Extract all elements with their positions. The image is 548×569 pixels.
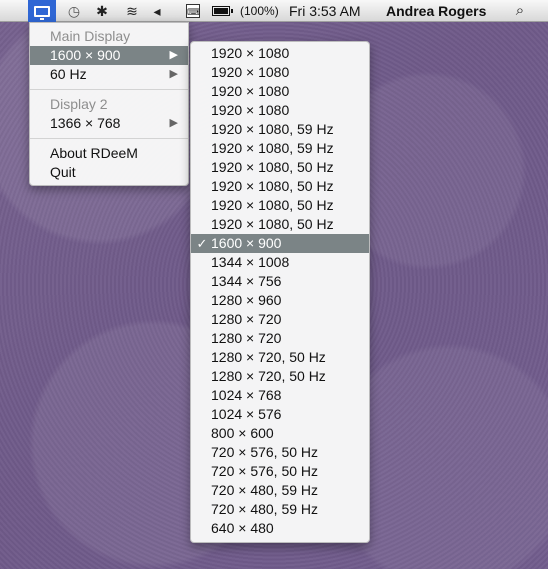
resolution-option[interactable]: 720 × 576, 50 Hz — [191, 443, 369, 462]
bluetooth-icon[interactable]: ✱ — [96, 0, 108, 22]
battery-percent: (100%) — [240, 4, 279, 18]
chevron-right-icon: ▶ — [169, 49, 178, 61]
resolution-option-selected[interactable]: ✓ 1600 × 900 — [191, 234, 369, 253]
menu-separator — [30, 89, 188, 90]
resolution-option[interactable]: 720 × 480, 59 Hz — [191, 500, 369, 519]
resolution-option-label: 1344 × 756 — [211, 273, 282, 289]
menubar-time[interactable]: Fri 3:53 AM — [289, 0, 373, 22]
resolution-option-label: 640 × 480 — [211, 520, 274, 536]
refresh-rate-item[interactable]: 60 Hz ▶ — [30, 65, 188, 84]
resolution-option-label: 1280 × 720 — [211, 311, 282, 327]
chevron-right-icon: ▶ — [169, 117, 178, 129]
resolution-option-label: 1920 × 1080, 50 Hz — [211, 178, 334, 194]
menu-separator — [30, 138, 188, 139]
resolution-option[interactable]: 1344 × 1008 — [191, 253, 369, 272]
resolution-option[interactable]: 1920 × 1080 — [191, 82, 369, 101]
about-rdeem-item[interactable]: About RDeeM — [30, 144, 188, 163]
resolution-option-label: 1280 × 960 — [211, 292, 282, 308]
resolution-option[interactable]: 1024 × 768 — [191, 386, 369, 405]
chevron-right-icon: ▶ — [169, 68, 178, 80]
resolution-option[interactable]: 1920 × 1080, 50 Hz — [191, 158, 369, 177]
resolution-option[interactable]: 1024 × 576 — [191, 405, 369, 424]
display-menu-button[interactable] — [28, 0, 56, 22]
menu-bar: ◷ ✱ ≋ ◂ ⌨ (100%) Fri 3:53 AM Andrea Roge… — [0, 0, 548, 22]
resolution-option[interactable]: 1920 × 1080 — [191, 101, 369, 120]
resolution-option-label: 1920 × 1080, 50 Hz — [211, 159, 334, 175]
resolution-option-label: 1920 × 1080 — [211, 102, 290, 118]
resolution-option-label: 720 × 480, 59 Hz — [211, 482, 319, 498]
resolution-option[interactable]: 720 × 576, 50 Hz — [191, 462, 369, 481]
resolution-option-label: 1280 × 720, 50 Hz — [211, 368, 326, 384]
resolution-option[interactable]: 1920 × 1080, 50 Hz — [191, 215, 369, 234]
resolution-option[interactable]: 1280 × 720 — [191, 329, 369, 348]
resolution-option[interactable]: 1280 × 720 — [191, 310, 369, 329]
resolution-option-label: 1024 × 576 — [211, 406, 282, 422]
checkmark-icon: ✓ — [196, 236, 208, 251]
resolution-option[interactable]: 1920 × 1080, 50 Hz — [191, 196, 369, 215]
main-display-resolution-item[interactable]: 1600 × 900 ▶ — [30, 46, 188, 65]
resolution-option[interactable]: 1280 × 720, 50 Hz — [191, 367, 369, 386]
resolution-option[interactable]: 800 × 600 — [191, 424, 369, 443]
resolution-submenu: 1920 × 1080 1920 × 1080 1920 × 1080 1920… — [190, 41, 370, 543]
display-2-resolution-item[interactable]: 1366 × 768 ▶ — [30, 114, 188, 133]
resolution-option[interactable]: 1920 × 1080, 50 Hz — [191, 177, 369, 196]
resolution-option[interactable]: 640 × 480 — [191, 519, 369, 538]
display-2-resolution-label: 1366 × 768 — [50, 115, 121, 131]
resolution-option-label: 720 × 576, 50 Hz — [211, 444, 319, 460]
resolution-option-label: 1920 × 1080, 50 Hz — [211, 197, 334, 213]
resolution-option[interactable]: 720 × 480, 59 Hz — [191, 481, 369, 500]
display-icon — [34, 5, 50, 20]
resolution-option[interactable]: 1920 × 1080 — [191, 63, 369, 82]
resolution-option[interactable]: 1920 × 1080, 59 Hz — [191, 139, 369, 158]
resolution-option[interactable]: 1920 × 1080, 59 Hz — [191, 120, 369, 139]
refresh-rate-label: 60 Hz — [50, 66, 87, 82]
resolution-option-label: 720 × 480, 59 Hz — [211, 501, 319, 517]
resolution-option[interactable]: 1920 × 1080 — [191, 44, 369, 63]
section-display-2: Display 2 — [50, 96, 108, 112]
resolution-option-label: 1280 × 720 — [211, 330, 282, 346]
volume-icon[interactable]: ◂ — [152, 0, 162, 22]
wifi-icon[interactable]: ≋ — [122, 0, 142, 22]
quit-item[interactable]: Quit — [30, 163, 188, 182]
main-display-resolution-label: 1600 × 900 — [50, 47, 121, 63]
quit-label: Quit — [50, 164, 76, 180]
resolution-option-label: 1280 × 720, 50 Hz — [211, 349, 326, 365]
resolution-option-label: 1024 × 768 — [211, 387, 282, 403]
resolution-option-label: 800 × 600 — [211, 425, 274, 441]
resolution-option[interactable]: 1280 × 960 — [191, 291, 369, 310]
battery-icon — [212, 6, 233, 16]
clock-icon[interactable]: ◷ — [66, 0, 82, 22]
resolution-option[interactable]: 1280 × 720, 50 Hz — [191, 348, 369, 367]
current-user[interactable]: Andrea Rogers — [386, 0, 496, 22]
resolution-option-label: 1920 × 1080, 50 Hz — [211, 216, 334, 232]
resolution-option-label: 1600 × 900 — [211, 235, 282, 251]
resolution-option-label: 1920 × 1080 — [211, 64, 290, 80]
search-icon[interactable]: ⌕ — [512, 0, 528, 22]
resolution-option-label: 1920 × 1080 — [211, 45, 290, 61]
resolution-option-label: 1920 × 1080, 59 Hz — [211, 140, 334, 156]
battery-fill — [214, 8, 228, 14]
keyboard-icon[interactable]: ⌨ — [186, 4, 200, 18]
section-main-display: Main Display — [50, 28, 131, 44]
about-rdeem-label: About RDeeM — [50, 145, 138, 161]
resolution-option[interactable]: 1344 × 756 — [191, 272, 369, 291]
rdeem-main-menu: Main Display 1600 × 900 ▶ 60 Hz ▶ Displa… — [29, 22, 189, 186]
resolution-option-label: 1920 × 1080 — [211, 83, 290, 99]
resolution-option-label: 1344 × 1008 — [211, 254, 290, 270]
resolution-option-label: 1920 × 1080, 59 Hz — [211, 121, 334, 137]
resolution-option-label: 720 × 576, 50 Hz — [211, 463, 319, 479]
